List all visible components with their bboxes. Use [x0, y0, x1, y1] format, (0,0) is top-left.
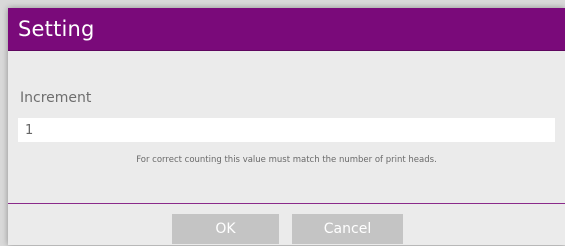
settings-dialog: Setting Increment For correct counting t…: [8, 8, 565, 245]
dialog-body: Increment For correct counting this valu…: [8, 51, 565, 204]
cancel-button[interactable]: Cancel: [292, 214, 403, 244]
ok-button[interactable]: OK: [172, 214, 279, 244]
dialog-title: Setting: [18, 17, 95, 41]
dialog-titlebar: Setting: [8, 8, 565, 51]
increment-label: Increment: [20, 90, 92, 106]
dialog-footer: OK Cancel: [8, 204, 565, 246]
increment-input[interactable]: [18, 118, 555, 142]
increment-hint: For correct counting this value must mat…: [136, 155, 437, 165]
